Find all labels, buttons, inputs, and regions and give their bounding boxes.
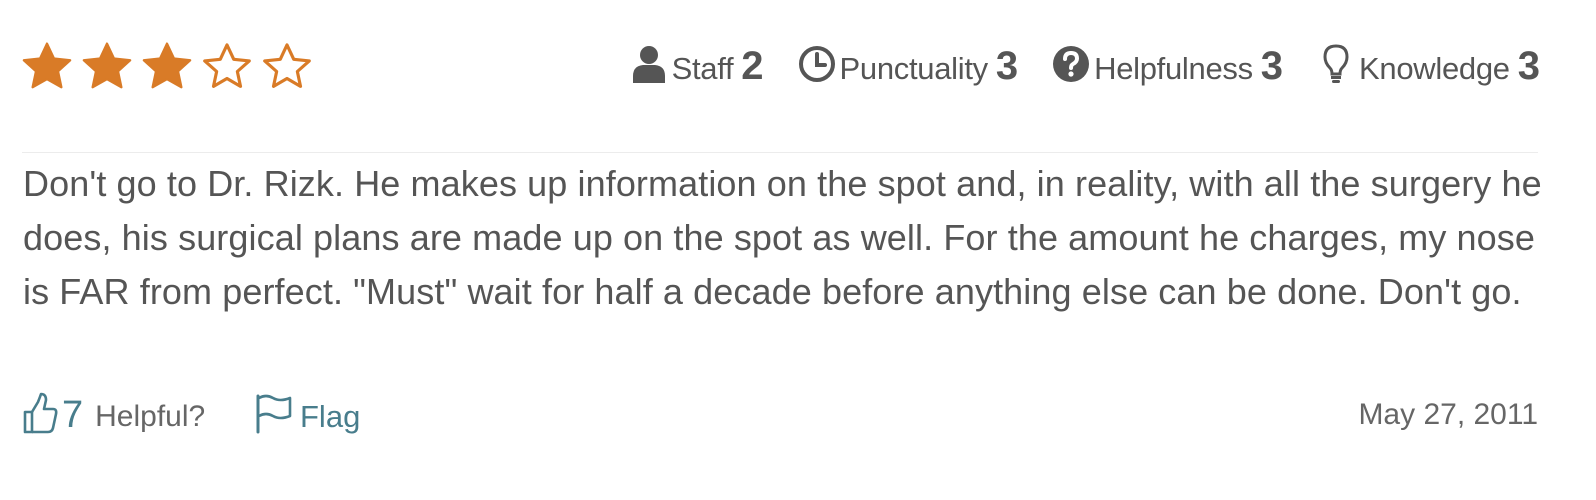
question-circle-icon [1052,42,1090,86]
rating-score: 2 [741,44,764,88]
category-ratings: Staff 2 Punctuality 3 Helpfulness 3 Know… [630,42,1540,86]
star-filled-icon [142,42,192,89]
flag-label: Flag [300,399,361,434]
star-empty-icon [203,43,251,88]
review-footer: 7 Helpful? Flag May 27, 2011 [22,392,1538,442]
rating-score: 3 [995,44,1019,88]
rating-staff: Staff 2 [630,42,764,86]
rating-score: 3 [1517,44,1540,88]
divider [22,152,1538,153]
rating-label: Staff [671,51,734,86]
star-filled-icon [22,42,72,89]
rating-label: Helpfulness [1094,51,1253,86]
rating-knowledge: Knowledge 3 [1317,42,1540,86]
rating-punctuality: Punctuality 3 [798,42,1019,88]
helpful-button[interactable]: 7 Helpful? [22,392,205,434]
star-empty-icon [263,43,311,88]
thumbs-up-icon [23,392,58,434]
rating-label: Knowledge [1359,51,1510,86]
helpful-label: Helpful? [95,400,206,433]
review-card: Staff 2 Punctuality 3 Helpfulness 3 Know… [0,0,1596,500]
rating-score: 3 [1260,44,1284,88]
star-rating [20,40,314,94]
rating-label: Punctuality [839,51,989,86]
lightbulb-icon [1317,42,1355,86]
review-text: Don't go to Dr. Rizk. He makes up inform… [23,163,1542,312]
review-date: May 27, 2011 [1358,398,1538,431]
clock-icon [798,42,836,86]
flag-icon [256,394,292,434]
rating-helpfulness: Helpfulness 3 [1052,42,1283,86]
flag-button[interactable]: Flag [254,392,360,434]
star-filled-icon [82,42,132,89]
helpful-count: 7 [62,394,84,436]
user-icon [630,42,668,86]
